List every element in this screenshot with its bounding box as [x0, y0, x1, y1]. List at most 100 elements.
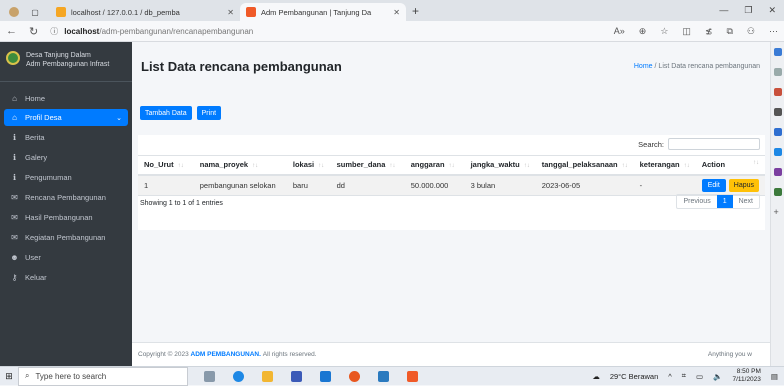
pagination-next[interactable]: Next	[733, 195, 759, 208]
column-header[interactable]: Action ↑↓	[695, 155, 765, 176]
more-icon[interactable]: ⋯	[769, 26, 778, 37]
taskbar-search[interactable]: ⌕ Type here to search	[18, 366, 188, 386]
page-footer: Copyright © 2023 ADM PEMBANGUNAN. All ri…	[132, 342, 770, 366]
column-header[interactable]: No_Urut ↑↓	[138, 155, 194, 176]
read-aloud-icon[interactable]: A»	[614, 26, 625, 37]
sort-icon: ↑↓	[753, 160, 759, 167]
notification-icon[interactable]: ▤	[771, 372, 778, 381]
extensions-icon[interactable]: ⚇	[747, 26, 755, 37]
cell-keterangan: -	[633, 174, 696, 196]
outlook-icon[interactable]	[773, 148, 782, 156]
village-logo-icon	[6, 51, 20, 65]
vscode-icon[interactable]	[291, 370, 302, 382]
sidebar-item-keluar[interactable]: ⚷ Keluar	[4, 268, 128, 286]
tab-phpmyadmin[interactable]: localhost / 127.0.0.1 / db_pemba ✕	[50, 3, 240, 21]
search-input[interactable]	[668, 138, 760, 150]
footer-copyright: Copyright © 2023	[138, 351, 189, 358]
profile-icon[interactable]	[8, 3, 20, 21]
browser-tab-bar: ▢ localhost / 127.0.0.1 / db_pemba ✕ Adm…	[0, 0, 784, 21]
close-tab-icon[interactable]: ✕	[393, 8, 400, 17]
favorite-star-icon[interactable]: ☆	[660, 26, 668, 37]
store-icon[interactable]	[378, 370, 389, 382]
clock[interactable]: 8:50 PM 7/11/2023	[732, 368, 760, 384]
print-button[interactable]: Print	[196, 106, 222, 120]
column-header[interactable]: sumber_dana ↑↓	[330, 155, 405, 176]
footer-brand-link[interactable]: ADM PEMBANGUNAN.	[191, 351, 261, 358]
mail-icon[interactable]	[320, 370, 331, 382]
back-icon[interactable]: ←	[6, 25, 17, 37]
column-header[interactable]: lokasi ↑↓	[286, 155, 331, 176]
file-explorer-icon[interactable]	[262, 370, 273, 382]
app-sidebar: Desa Tanjung Dalam Adm Pembangunan Infra…	[0, 42, 132, 366]
shopping-icon[interactable]	[773, 88, 782, 96]
firefox-icon[interactable]	[349, 370, 360, 382]
sidebar-item-kegiatan-pembangunan[interactable]: ✉ Kegiatan Pembangunan	[4, 228, 128, 246]
close-window-icon[interactable]: ✕	[768, 5, 776, 16]
cell-anggaran: 50.000.000	[404, 174, 465, 196]
column-header[interactable]: tanggal_pelaksanaan ↑↓	[535, 155, 634, 176]
collections-icon[interactable]: ⧉	[726, 26, 732, 37]
table-info: Showing 1 to 1 of 1 entries	[140, 200, 223, 207]
sidebar-item-home[interactable]: ⌂ Home	[4, 90, 128, 107]
edge-icon[interactable]	[233, 370, 244, 382]
person-icon[interactable]	[773, 108, 782, 116]
minimize-icon[interactable]: —	[719, 5, 728, 16]
sidebar-item-user[interactable]: ☻ User	[4, 248, 128, 266]
add-data-button[interactable]: Tambah Data	[140, 106, 192, 120]
column-header[interactable]: keterangan ↑↓	[633, 155, 696, 176]
breadcrumb-home-link[interactable]: Home	[634, 63, 653, 70]
tab-title: Adm Pembangunan | Tanjung Da	[261, 7, 372, 17]
pagination-page[interactable]: 1	[716, 195, 733, 208]
column-header[interactable]: jangka_waktu ↑↓	[464, 155, 536, 176]
tab-actions-icon[interactable]: ▢	[28, 3, 42, 21]
taskbar-search-placeholder: Type here to search	[35, 371, 107, 381]
sidebar-item-hasil-pembangunan[interactable]: ✉ Hasil Pembangunan	[4, 208, 128, 226]
volume-icon[interactable]: 🔈	[713, 372, 722, 381]
cell-action: Edit Hapus	[695, 174, 765, 196]
info-icon: ℹ	[12, 152, 17, 162]
tools-icon[interactable]	[773, 168, 782, 176]
column-header[interactable]: anggaran ↑↓	[404, 155, 465, 176]
bing-icon[interactable]	[773, 48, 782, 56]
zoom-icon[interactable]: ⊕	[639, 26, 647, 37]
network-icon[interactable]: ⌗	[682, 371, 686, 381]
search-icon[interactable]	[773, 68, 782, 76]
task-view-icon[interactable]	[204, 370, 215, 382]
sidebar-item-profil-desa[interactable]: ⌂ Profil Desa ⌄	[4, 109, 128, 126]
cell-nama-proyek: pembangunan selokan	[193, 174, 287, 196]
delete-button[interactable]: Hapus	[728, 178, 759, 192]
edit-button[interactable]: Edit	[701, 178, 726, 192]
weather-text[interactable]: 29°C Berawan	[610, 372, 658, 381]
sort-icon: ↑↓	[318, 163, 325, 170]
xampp-icon[interactable]	[407, 370, 418, 382]
windows-start-icon[interactable]: ⊞	[0, 371, 18, 382]
restore-icon[interactable]: ❐	[744, 5, 752, 16]
column-header[interactable]: nama_proyek ↑↓	[193, 155, 287, 176]
sidebar-item-galery[interactable]: ℹ Galery	[4, 148, 128, 166]
data-table: No_Urut ↑↓ nama_proyek ↑↓ lokasi ↑↓ sumber_…	[138, 155, 765, 196]
sort-icon: ↑↓	[523, 163, 530, 170]
split-screen-icon[interactable]: ◫	[682, 26, 691, 37]
search-icon: ⌕	[25, 371, 30, 380]
footer-rights: All rights reserved.	[262, 351, 317, 358]
favorites-icon[interactable]: ≴	[705, 26, 713, 37]
battery-icon[interactable]: ▭	[696, 372, 703, 381]
sidebar-item-rencana-pembangunan[interactable]: ✉ Rencana Pembangunan	[4, 188, 128, 206]
pagination-previous[interactable]: Previous	[677, 195, 716, 208]
drop-icon[interactable]	[773, 188, 782, 196]
brand[interactable]: Desa Tanjung Dalam Adm Pembangunan Infra…	[0, 42, 132, 82]
refresh-icon[interactable]: ↻	[29, 25, 38, 38]
url-field[interactable]: ⓘ localhost/adm-pembangunan/rencanapemba…	[50, 26, 253, 37]
close-tab-icon[interactable]: ✕	[227, 8, 234, 17]
tab-adm-pembangunan[interactable]: Adm Pembangunan | Tanjung Da ✕	[240, 3, 406, 21]
sidebar-item-berita[interactable]: ℹ Berita	[4, 128, 128, 146]
add-icon[interactable]: +	[774, 208, 782, 217]
sort-icon: ↑↓	[389, 163, 396, 170]
tray-chevron-icon[interactable]: ^	[668, 372, 672, 381]
info-icon: ℹ	[12, 172, 17, 182]
key-icon: ⚷	[11, 272, 18, 282]
games-icon[interactable]	[773, 128, 782, 136]
sidebar-item-pengumuman[interactable]: ℹ Pengumuman	[4, 168, 128, 186]
new-tab-icon[interactable]: +	[412, 4, 419, 18]
cell-lokasi: baru	[286, 174, 331, 196]
